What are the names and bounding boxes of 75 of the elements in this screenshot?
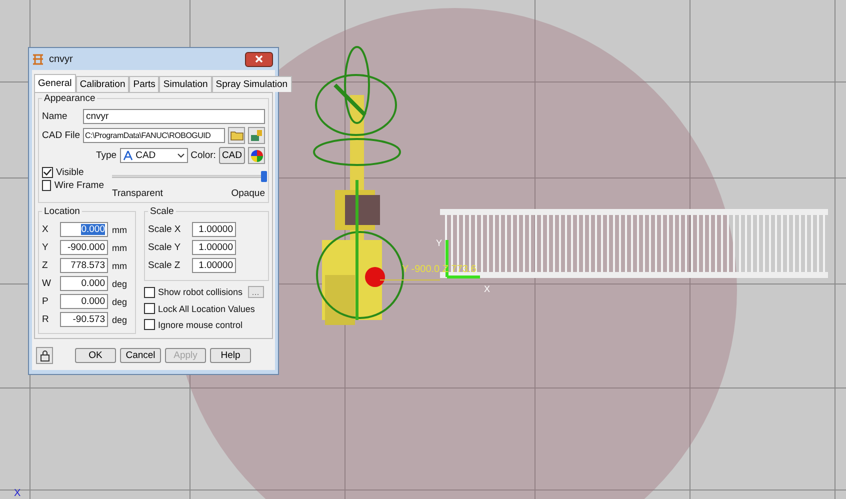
location-field[interactable]: 778.573 (60, 258, 108, 273)
tab[interactable]: Simulation (159, 76, 212, 92)
axis-label: Y (436, 238, 442, 248)
slider-thumb[interactable] (261, 171, 267, 182)
field-value: 0.000 (81, 224, 105, 235)
conveyor-icon (32, 54, 44, 64)
name-field[interactable]: cnvyr (83, 109, 265, 124)
field-label: Scale X (148, 224, 182, 235)
unit-label: deg (112, 314, 128, 324)
group-title: Scale (149, 206, 175, 217)
checkbox[interactable] (144, 286, 155, 298)
checkbox[interactable] (144, 319, 155, 330)
type-dropdown[interactable]: CAD (120, 148, 188, 163)
more-button[interactable]: ... (248, 286, 264, 298)
unit-label: mm (112, 242, 127, 252)
field-value: 0.000 (81, 296, 105, 307)
field-label: Y (42, 242, 50, 253)
field-label: Z (42, 260, 49, 271)
field-label: Scale Y (148, 242, 182, 253)
checkbox[interactable] (42, 167, 53, 178)
dialog-button[interactable]: Cancel (120, 348, 161, 363)
scale-field[interactable]: 1.00000 (192, 258, 236, 273)
checkbox-label: Wire Frame (54, 180, 104, 191)
tab[interactable]: Calibration (76, 76, 130, 92)
close-icon (255, 55, 263, 63)
caret-icon (176, 153, 185, 158)
location-field[interactable]: 0.000 (60, 294, 108, 309)
location-field[interactable]: 0.000 (60, 222, 108, 237)
field-label: Color: (190, 150, 216, 161)
cad-file-field[interactable]: C:\ProgramData\FANUC\ROBOGUID (83, 128, 225, 143)
field-label: Name (42, 111, 68, 122)
location-field[interactable]: 0.000 (60, 276, 108, 291)
unit-label: mm (112, 224, 127, 234)
checkbox-label: Lock All Location Values (158, 304, 255, 314)
field-label: CAD File (42, 130, 80, 141)
field-label: Scale Z (148, 260, 182, 271)
scale-field[interactable]: 1.00000 (192, 240, 236, 255)
folder-icon[interactable] (228, 127, 245, 144)
group-title: Location (43, 206, 81, 217)
scale-field[interactable]: 1.00000 (192, 222, 236, 237)
group-title: Appearance (43, 93, 96, 104)
tab[interactable]: General (34, 74, 76, 92)
field-label: P (42, 296, 50, 307)
dialog-title: cnvyr (49, 54, 74, 64)
field-value: 0.000 (81, 278, 105, 289)
color-wheel-icon[interactable] (248, 147, 265, 164)
checkbox-label: Show robot collisions (158, 287, 243, 297)
dialog-button[interactable]: OK (75, 348, 116, 363)
field-label: X (42, 224, 50, 235)
field-label: Type (96, 150, 117, 161)
compass-icon (122, 150, 133, 161)
dialog-button[interactable]: Help (210, 348, 251, 363)
field-value: -900.000 (67, 242, 105, 253)
slider-label: Transparent (112, 188, 163, 199)
field-value: -90.573 (72, 314, 105, 325)
corner-axis-label: X (14, 488, 21, 499)
color-button[interactable]: CAD (218, 147, 245, 164)
tab[interactable]: Spray Simulation (212, 76, 292, 92)
tab[interactable]: Parts (129, 76, 160, 92)
location-field[interactable]: -90.573 (60, 312, 108, 327)
close-button[interactable] (245, 52, 273, 66)
location-field[interactable]: -900.000 (60, 240, 108, 255)
lock-icon[interactable] (36, 347, 53, 364)
field-label: R (42, 314, 50, 325)
checkbox-label: Ignore mouse control (158, 320, 243, 330)
checkbox[interactable] (42, 180, 52, 191)
unit-label: deg (112, 278, 128, 288)
checkbox-label: Visible (56, 167, 84, 178)
unit-label: deg (112, 296, 128, 306)
checkbox[interactable] (144, 303, 155, 314)
field-value: 778.573 (70, 260, 105, 271)
unit-label: mm (112, 260, 127, 270)
field-label: W (42, 278, 52, 289)
slider-label: Opaque (231, 188, 265, 199)
axis-label: X (484, 284, 490, 294)
